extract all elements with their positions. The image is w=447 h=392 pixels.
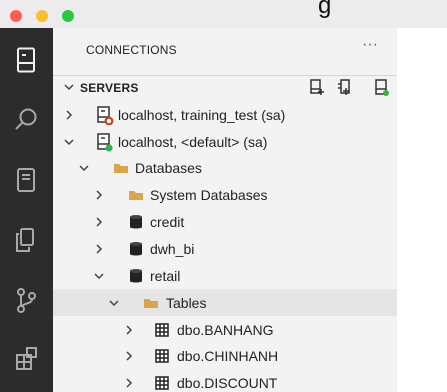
tree-label: dwh_bi bbox=[150, 241, 195, 257]
connections-header: CONNECTIONS ··· bbox=[53, 28, 397, 70]
table-discount[interactable]: dbo.DISCOUNT bbox=[53, 369, 397, 392]
database-icon bbox=[130, 269, 142, 283]
table-icon bbox=[155, 323, 169, 337]
server-connected-icon bbox=[97, 133, 113, 152]
server-node-training-test[interactable]: localhost, training_test (sa) bbox=[53, 101, 397, 128]
server-label: localhost, training_test (sa) bbox=[118, 107, 286, 123]
connections-sidebar: CONNECTIONS ··· SERVERS localhost, train… bbox=[53, 28, 397, 392]
notebook-icon[interactable] bbox=[11, 165, 41, 195]
search-icon[interactable] bbox=[11, 105, 41, 135]
title-bar: g bbox=[0, 0, 447, 28]
chevron-right-icon bbox=[96, 190, 103, 200]
chevron-right-icon bbox=[96, 244, 103, 254]
tree-label: dbo.CHINHANH bbox=[177, 348, 279, 364]
chevron-right-icon bbox=[66, 110, 73, 120]
folder-icon bbox=[129, 191, 143, 200]
chevron-right-icon bbox=[126, 378, 133, 388]
chevron-right-icon bbox=[126, 325, 133, 335]
chevron-down-icon bbox=[64, 84, 74, 91]
database-credit[interactable]: credit bbox=[53, 208, 397, 235]
table-icon bbox=[155, 349, 169, 363]
servers-section-header[interactable]: SERVERS bbox=[53, 75, 397, 100]
database-icon bbox=[130, 242, 142, 256]
system-databases-folder[interactable]: System Databases bbox=[53, 181, 397, 208]
tree-label: credit bbox=[150, 214, 185, 230]
chevron-right-icon bbox=[126, 351, 133, 361]
chevron-down-icon bbox=[64, 139, 74, 146]
table-banhang[interactable]: dbo.BANHANG bbox=[53, 316, 397, 343]
chevron-right-icon bbox=[96, 217, 103, 227]
chevron-down-icon bbox=[109, 300, 119, 307]
app-window: g CONNECTIONS ··· SERVERS localhost, tra… bbox=[0, 0, 447, 392]
database-icon bbox=[130, 215, 142, 229]
window-title-fragment: g bbox=[318, 0, 332, 19]
chevron-down-icon bbox=[94, 273, 104, 280]
active-connections-icon[interactable] bbox=[372, 78, 390, 96]
connections-title: CONNECTIONS bbox=[86, 43, 177, 57]
folder-icon bbox=[144, 299, 158, 308]
chevron-down-icon bbox=[79, 165, 89, 172]
server-node-default[interactable]: localhost, <default> (sa) bbox=[53, 128, 397, 155]
zoom-window-button[interactable] bbox=[62, 10, 74, 22]
new-server-group-icon[interactable] bbox=[336, 78, 354, 96]
activity-bar bbox=[0, 28, 53, 392]
minimize-window-button[interactable] bbox=[36, 10, 48, 22]
tree-label: retail bbox=[150, 268, 181, 284]
source-control-icon[interactable] bbox=[11, 285, 41, 315]
editor-area bbox=[397, 28, 447, 392]
server-disconnected-icon bbox=[97, 106, 114, 125]
database-dwh-bi[interactable]: dwh_bi bbox=[53, 235, 397, 262]
database-retail[interactable]: retail bbox=[53, 262, 397, 289]
new-connection-icon[interactable] bbox=[307, 78, 325, 96]
connections-icon[interactable] bbox=[11, 45, 41, 75]
close-window-button[interactable] bbox=[10, 10, 22, 22]
table-chinhanh[interactable]: dbo.CHINHANH bbox=[53, 342, 397, 369]
table-icon bbox=[155, 376, 169, 390]
tree-label: Databases bbox=[135, 160, 202, 176]
copy-icon[interactable] bbox=[11, 225, 41, 255]
tree-label: System Databases bbox=[150, 187, 268, 203]
extensions-icon[interactable] bbox=[11, 345, 41, 375]
more-actions-button[interactable]: ··· bbox=[358, 36, 382, 60]
tree-label: Tables bbox=[166, 295, 207, 311]
tree-label: dbo.BANHANG bbox=[177, 322, 274, 338]
tables-folder[interactable]: Tables bbox=[53, 289, 397, 316]
server-label: localhost, <default> (sa) bbox=[118, 134, 268, 150]
databases-folder[interactable]: Databases bbox=[53, 154, 397, 181]
folder-icon bbox=[114, 164, 128, 173]
servers-title: SERVERS bbox=[80, 81, 139, 95]
tree-label: dbo.DISCOUNT bbox=[177, 375, 278, 391]
